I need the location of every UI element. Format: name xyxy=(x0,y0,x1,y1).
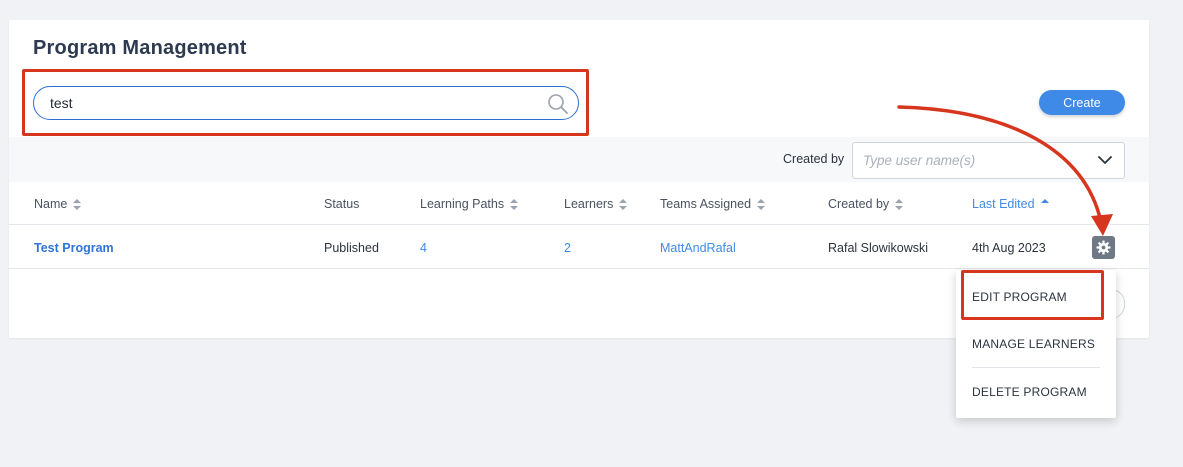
page-title: Program Management xyxy=(33,37,247,59)
status-cell: Published xyxy=(324,241,379,255)
last-edited-cell: 4th Aug 2023 xyxy=(972,241,1046,255)
search-input[interactable] xyxy=(50,87,530,119)
created-by-filter-select[interactable] xyxy=(852,142,1125,179)
gear-icon xyxy=(1096,240,1111,255)
search-box[interactable] xyxy=(33,86,579,120)
column-header-learners[interactable]: Learners xyxy=(564,197,628,211)
column-header-label: Name xyxy=(34,197,68,211)
sort-icon xyxy=(73,198,82,210)
sort-icon xyxy=(619,198,628,210)
column-header-learning-paths[interactable]: Learning Paths xyxy=(420,197,519,211)
column-header-label: Status xyxy=(324,197,360,211)
learning-paths-count-link[interactable]: 4 xyxy=(420,241,427,255)
sort-ascending-icon xyxy=(1040,198,1049,203)
sort-icon xyxy=(510,198,519,210)
create-button[interactable]: Create xyxy=(1039,90,1125,115)
menu-item-delete-program[interactable]: DELETE PROGRAM xyxy=(972,385,1087,399)
row-actions-button[interactable] xyxy=(1092,236,1115,259)
created-by-cell: Rafal Slowikowski xyxy=(828,241,929,255)
column-header-last-edited[interactable]: Last Edited xyxy=(972,197,1049,211)
column-header-label: Last Edited xyxy=(972,197,1035,211)
sort-icon xyxy=(895,198,904,210)
chevron-down-icon[interactable] xyxy=(1098,155,1112,165)
created-by-filter-input[interactable] xyxy=(863,143,1093,178)
column-header-created-by[interactable]: Created by xyxy=(828,197,904,211)
column-header-label: Teams Assigned xyxy=(660,197,752,211)
menu-divider xyxy=(972,367,1100,368)
column-header-name[interactable]: Name xyxy=(34,197,82,211)
program-name-link[interactable]: Test Program xyxy=(34,241,114,255)
sort-icon xyxy=(757,198,766,210)
menu-item-manage-learners[interactable]: MANAGE LEARNERS xyxy=(972,337,1095,351)
learners-count-link[interactable]: 2 xyxy=(564,241,571,255)
search-icon[interactable] xyxy=(547,93,569,115)
column-header-label: Learners xyxy=(564,197,614,211)
created-by-filter-label: Created by xyxy=(783,152,845,166)
teams-assigned-link[interactable]: MattAndRafal xyxy=(660,241,736,255)
menu-item-edit-program[interactable]: EDIT PROGRAM xyxy=(972,290,1067,304)
column-header-status: Status xyxy=(324,197,359,211)
column-header-teams-assigned[interactable]: Teams Assigned xyxy=(660,197,766,211)
column-header-label: Learning Paths xyxy=(420,197,505,211)
column-header-label: Created by xyxy=(828,197,890,211)
row-actions-menu: EDIT PROGRAM MANAGE LEARNERS DELETE PROG… xyxy=(956,270,1116,418)
